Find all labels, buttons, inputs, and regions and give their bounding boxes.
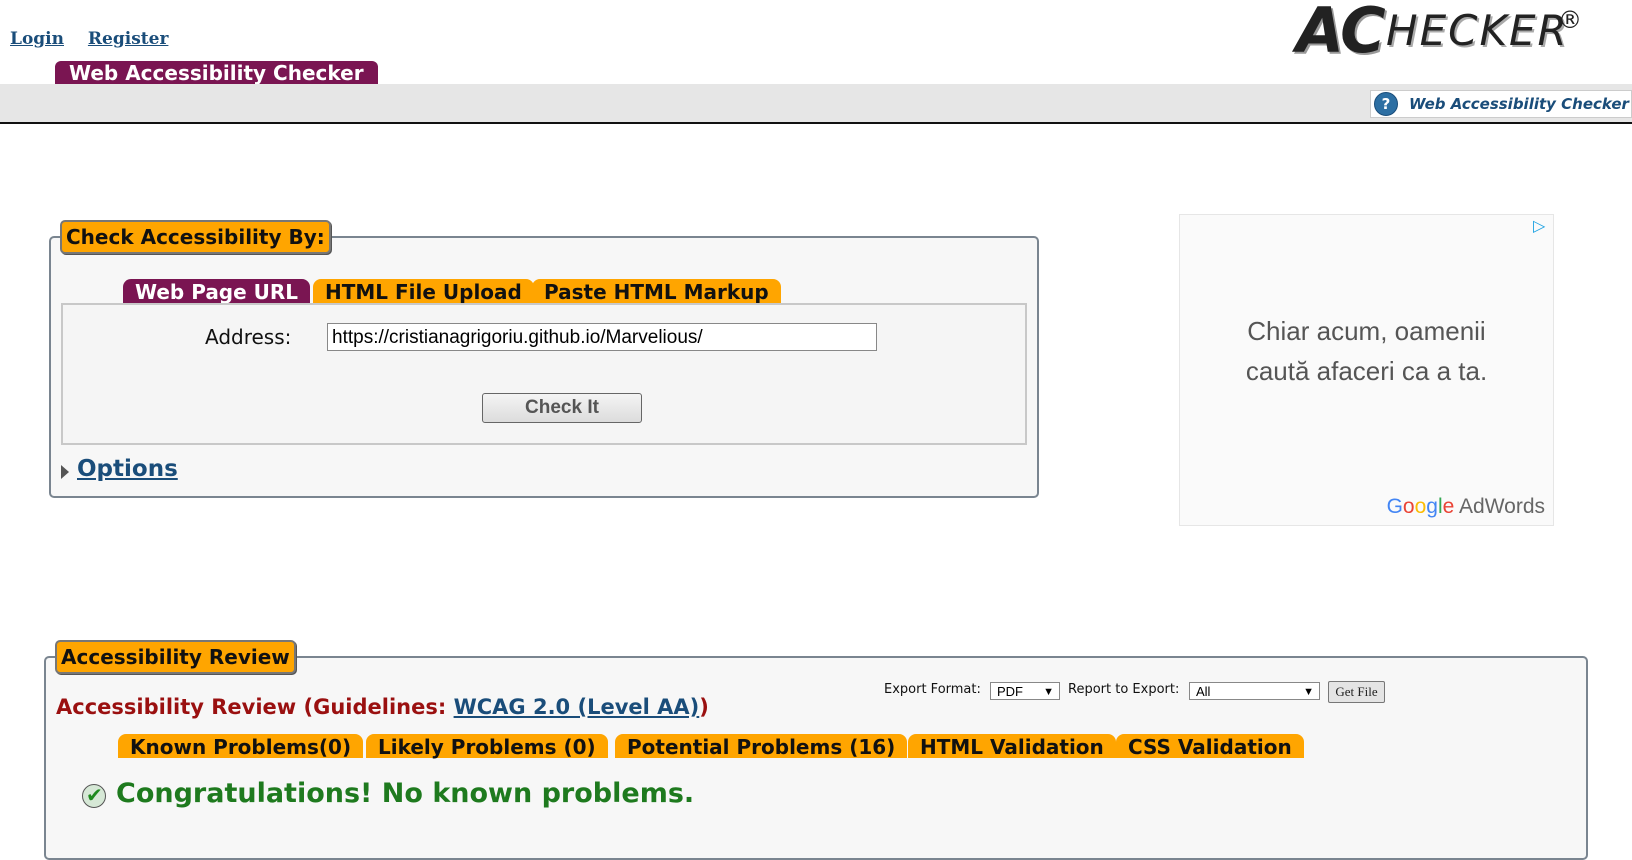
tab-html-file-upload[interactable]: HTML File Upload xyxy=(313,279,534,304)
url-input-box: Address: https://cristianagrigoriu.githu… xyxy=(61,303,1027,445)
chevron-down-icon: ▼ xyxy=(1043,686,1054,698)
check-it-button[interactable]: Check It xyxy=(482,393,642,423)
export-format-select[interactable]: PDF ▼ xyxy=(990,682,1060,700)
tab-web-page-url[interactable]: Web Page URL xyxy=(123,279,311,304)
congratulations-message: Congratulations! No known problems. xyxy=(116,778,695,809)
options-expand-icon[interactable] xyxy=(61,465,69,479)
tab-potential-problems[interactable]: Potential Problems (16) xyxy=(615,734,908,759)
accessibility-review-legend: Accessibility Review xyxy=(55,640,296,674)
accessibility-review-panel: Accessibility Review (Guidelines: WCAG 2… xyxy=(44,656,1588,860)
success-check-icon xyxy=(82,783,106,808)
ad-line-2: caută afaceri ca a ta. xyxy=(1245,356,1488,386)
export-format-label: Export Format: xyxy=(884,682,981,697)
get-file-button[interactable]: Get File xyxy=(1328,681,1385,703)
chevron-down-icon: ▼ xyxy=(1303,686,1314,698)
achecker-logo: AC HECKER ® xyxy=(1296,0,1596,67)
tab-likely-problems[interactable]: Likely Problems (0) xyxy=(366,734,608,759)
options-link[interactable]: Options xyxy=(77,456,178,482)
advertisement[interactable]: ▷ Chiar acum, oamenii caută afaceri ca a… xyxy=(1179,214,1554,526)
adchoices-icon[interactable]: ▷ xyxy=(1533,218,1549,234)
report-to-export-value: All xyxy=(1196,684,1211,699)
review-title-prefix: Accessibility Review (Guidelines: xyxy=(56,695,454,719)
tab-html-validation[interactable]: HTML Validation xyxy=(908,734,1116,759)
ad-text: Chiar acum, oamenii caută afaceri ca a t… xyxy=(1180,311,1553,391)
logo-ac: AC xyxy=(1296,0,1386,67)
help-label: Web Accessibility Checker xyxy=(1409,95,1629,113)
guideline-link[interactable]: WCAG 2.0 (Level AA) xyxy=(454,695,700,719)
review-title: Accessibility Review (Guidelines: WCAG 2… xyxy=(56,695,709,719)
google-adwords-logo: Google AdWords xyxy=(1386,495,1545,518)
address-label: Address: xyxy=(205,325,292,349)
logo-registered-mark: ® xyxy=(1558,6,1582,34)
help-icon: ? xyxy=(1374,92,1398,116)
register-link[interactable]: Register xyxy=(88,29,168,49)
top-links: Login Register xyxy=(10,29,186,49)
tab-known-problems[interactable]: Known Problems(0) xyxy=(118,734,364,759)
check-accessibility-panel: Web Page URL HTML File Upload Paste HTML… xyxy=(49,236,1039,498)
review-title-suffix: ) xyxy=(699,695,709,719)
tab-css-validation[interactable]: CSS Validation xyxy=(1116,734,1304,759)
export-format-value: PDF xyxy=(997,684,1023,699)
tab-paste-html-markup[interactable]: Paste HTML Markup xyxy=(532,279,781,304)
report-to-export-select[interactable]: All ▼ xyxy=(1189,682,1320,700)
help-link[interactable]: ? Web Accessibility Checker xyxy=(1370,90,1632,118)
ad-line-1: Chiar acum, oamenii xyxy=(1247,316,1486,346)
login-link[interactable]: Login xyxy=(10,29,64,49)
address-input[interactable]: https://cristianagrigoriu.github.io/Marv… xyxy=(327,323,877,351)
report-to-export-label: Report to Export: xyxy=(1068,682,1180,697)
logo-checker: HECKER xyxy=(1386,6,1569,55)
check-accessibility-legend: Check Accessibility By: xyxy=(60,220,331,254)
site-title-tab: Web Accessibility Checker xyxy=(55,61,378,85)
